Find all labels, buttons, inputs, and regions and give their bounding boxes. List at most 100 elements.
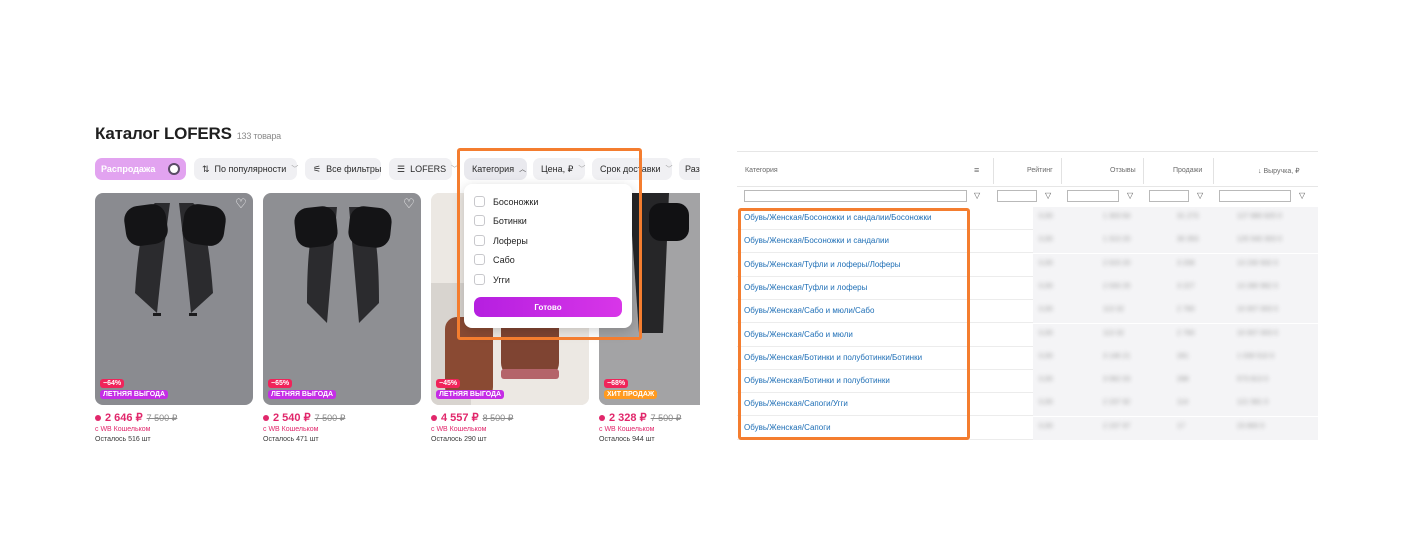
- wallet-icon: [263, 415, 269, 421]
- menu-icon[interactable]: ≡: [974, 165, 979, 175]
- category-link[interactable]: Обувь/Женская/Босоножки и сандалии/Босон…: [744, 213, 932, 222]
- delivery-chip[interactable]: Срок доставки ﹀: [592, 158, 672, 180]
- brand-chip[interactable]: ☰ LOFERS ﹀: [389, 158, 458, 180]
- filter-icon[interactable]: ▽: [1299, 191, 1305, 200]
- price-row: 2 540 ₽ 7 500 ₽: [263, 411, 421, 424]
- table-row[interactable]: Обувь/Женская/Сапоги 0,00 2 237 97 17 23 800…: [737, 416, 1318, 440]
- rating-filter-input[interactable]: [997, 190, 1037, 202]
- checkbox[interactable]: [474, 254, 485, 265]
- chevron-up-icon: ︿: [519, 166, 527, 173]
- category-link[interactable]: Обувь/Женская/Сапоги/Угги: [744, 399, 848, 408]
- column-header-rating[interactable]: Рейтинг: [1027, 167, 1053, 174]
- category-chip[interactable]: Категория ︿: [464, 158, 527, 180]
- reviews-cell: 2 237 92: [1103, 399, 1131, 407]
- category-link[interactable]: Обувь/Женская/Сапоги: [744, 423, 831, 432]
- reviews-cell: 113 32: [1103, 306, 1124, 314]
- category-option[interactable]: Сабо: [474, 254, 515, 265]
- checkbox[interactable]: [474, 215, 485, 226]
- filter-icon[interactable]: ▽: [1127, 191, 1133, 200]
- product-card[interactable]: ♡ −64% ЛЕТНЯЯ ВЫГОДА 2 646 ₽ 7 500 ₽ с W…: [95, 193, 253, 443]
- wallet-note: с WB Кошельком: [599, 426, 655, 433]
- category-link[interactable]: Обувь/Женская/Ботинки и полуботинки: [744, 376, 890, 385]
- revenue-cell: 573 813 0: [1237, 376, 1269, 384]
- reviews-cell: 2 023 20: [1103, 259, 1131, 267]
- filter-icon[interactable]: ▽: [1045, 191, 1051, 200]
- category-link[interactable]: Обувь/Женская/Ботинки и полуботинки/Боти…: [744, 353, 922, 362]
- category-option[interactable]: Ботинки: [474, 215, 527, 226]
- product-card[interactable]: ♡ −65% ЛЕТНЯЯ ВЫГОДА 2 540 ₽ 7 500 ₽ с W…: [263, 193, 421, 443]
- product-image[interactable]: ♡ −65% ЛЕТНЯЯ ВЫГОДА: [263, 193, 421, 405]
- category-filter-input[interactable]: [744, 190, 967, 202]
- option-label: Угги: [493, 274, 510, 285]
- sales-cell: 2 760: [1177, 329, 1195, 337]
- checkbox[interactable]: [474, 274, 485, 285]
- checkbox[interactable]: [474, 235, 485, 246]
- price-chip[interactable]: Цена, ₽ ﹀: [533, 158, 585, 180]
- size-chip[interactable]: Раз: [679, 158, 700, 180]
- sales-cell: 30 353: [1177, 236, 1199, 244]
- table-row[interactable]: Обувь/Женская/Босоножки и сандалии/Босон…: [737, 207, 1318, 230]
- done-button[interactable]: Готово: [474, 297, 622, 317]
- toggle-icon[interactable]: [168, 163, 180, 175]
- brand-label: LOFERS: [410, 164, 447, 174]
- sort-label: По популярности: [214, 164, 287, 174]
- table-row[interactable]: Обувь/Женская/Ботинки и полуботинки/Боти…: [737, 346, 1318, 370]
- category-option[interactable]: Босоножки: [474, 196, 538, 207]
- chevron-down-icon: ﹀: [578, 166, 586, 173]
- reviews-filter-input[interactable]: [1067, 190, 1119, 202]
- reviews-cell: 1 303 64: [1103, 213, 1131, 220]
- category-link[interactable]: Обувь/Женская/Сабо и мюли/Сабо: [744, 306, 874, 315]
- chevron-down-icon: ﹀: [665, 166, 673, 173]
- current-price: 2 646 ₽: [105, 412, 143, 424]
- reviews-cell: 2 237 97: [1103, 422, 1131, 430]
- category-option[interactable]: Лоферы: [474, 235, 528, 246]
- option-label: Сабо: [493, 254, 515, 265]
- column-header-category[interactable]: Категория: [745, 167, 778, 174]
- all-filters-label: Все фильтры: [326, 164, 382, 174]
- sales-cell: 2 760: [1177, 306, 1195, 314]
- product-count: 133 товара: [236, 131, 281, 141]
- rating-cell: 0,00: [1039, 213, 1053, 220]
- category-link[interactable]: Обувь/Женская/Туфли и лоферы: [744, 283, 867, 292]
- sale-toggle-chip[interactable]: Распродажа: [95, 158, 186, 180]
- wallet-icon: [95, 415, 101, 421]
- revenue-filter-input[interactable]: [1219, 190, 1291, 202]
- category-link[interactable]: Обувь/Женская/Сабо и мюли: [744, 330, 853, 339]
- chevron-down-icon: ﹀: [291, 166, 299, 173]
- all-filters-chip[interactable]: ⚟ Все фильтры: [305, 158, 381, 180]
- column-header-reviews[interactable]: Отзывы: [1110, 167, 1136, 174]
- filter-icon[interactable]: ▽: [1197, 191, 1203, 200]
- heart-icon[interactable]: ♡: [402, 197, 416, 211]
- category-link[interactable]: Обувь/Женская/Туфли и лоферы/Лоферы: [744, 260, 901, 269]
- current-price: 4 557 ₽: [441, 412, 479, 424]
- table-row[interactable]: Обувь/Женская/Ботинки и полуботинки 0,00 3…: [737, 370, 1318, 394]
- wallet-note: с WB Кошельком: [431, 426, 487, 433]
- filter-icon[interactable]: ▽: [974, 191, 980, 200]
- size-label: Раз: [685, 164, 700, 174]
- product-image[interactable]: ♡ −64% ЛЕТНЯЯ ВЫГОДА: [95, 193, 253, 405]
- stock-note: Осталось 944 шт: [599, 436, 655, 443]
- category-link[interactable]: Обувь/Женская/Босоножки и сандалии: [744, 236, 889, 245]
- column-divider: [1143, 158, 1144, 184]
- blurred-cells-background: [1033, 346, 1318, 370]
- sales-filter-input[interactable]: [1149, 190, 1189, 202]
- menu-icon: ☰: [397, 163, 406, 174]
- table-row[interactable]: Обувь/Женская/Босоножки и сандалии 0,00 1 …: [737, 230, 1318, 254]
- table-row[interactable]: Обувь/Женская/Сапоги/Угги 0,00 2 237 92 114…: [737, 393, 1318, 417]
- rating-cell: 0,00: [1039, 399, 1053, 407]
- table-row[interactable]: Обувь/Женская/Туфли и лоферы 0,00 2 033 25…: [737, 276, 1318, 300]
- table-row[interactable]: Обувь/Женская/Сабо и мюли/Сабо 0,00 113 32…: [737, 300, 1318, 324]
- column-header-revenue[interactable]: ↓ Выручка, ₽: [1258, 167, 1300, 175]
- sort-chip[interactable]: ⇅ По популярности ﹀: [194, 158, 299, 180]
- column-header-sales[interactable]: Продажи: [1173, 167, 1202, 174]
- table-row[interactable]: Обувь/Женская/Туфли и лоферы/Лоферы 0,00 2…: [737, 253, 1318, 277]
- price-row: 2 646 ₽ 7 500 ₽: [95, 411, 253, 424]
- heart-icon[interactable]: ♡: [234, 197, 248, 211]
- rating-cell: 0,00: [1039, 306, 1053, 314]
- category-option[interactable]: Угги: [474, 274, 510, 285]
- table-row[interactable]: Обувь/Женская/Сабо и мюли 0,00 113 32 2 760…: [737, 323, 1318, 347]
- analytics-table: Категория ≡ Рейтинг Отзывы Продажи ↓ Выр…: [737, 151, 1318, 441]
- checkbox[interactable]: [474, 196, 485, 207]
- current-price: 2 540 ₽: [273, 412, 311, 424]
- revenue-cell: 121 581 0: [1237, 399, 1269, 407]
